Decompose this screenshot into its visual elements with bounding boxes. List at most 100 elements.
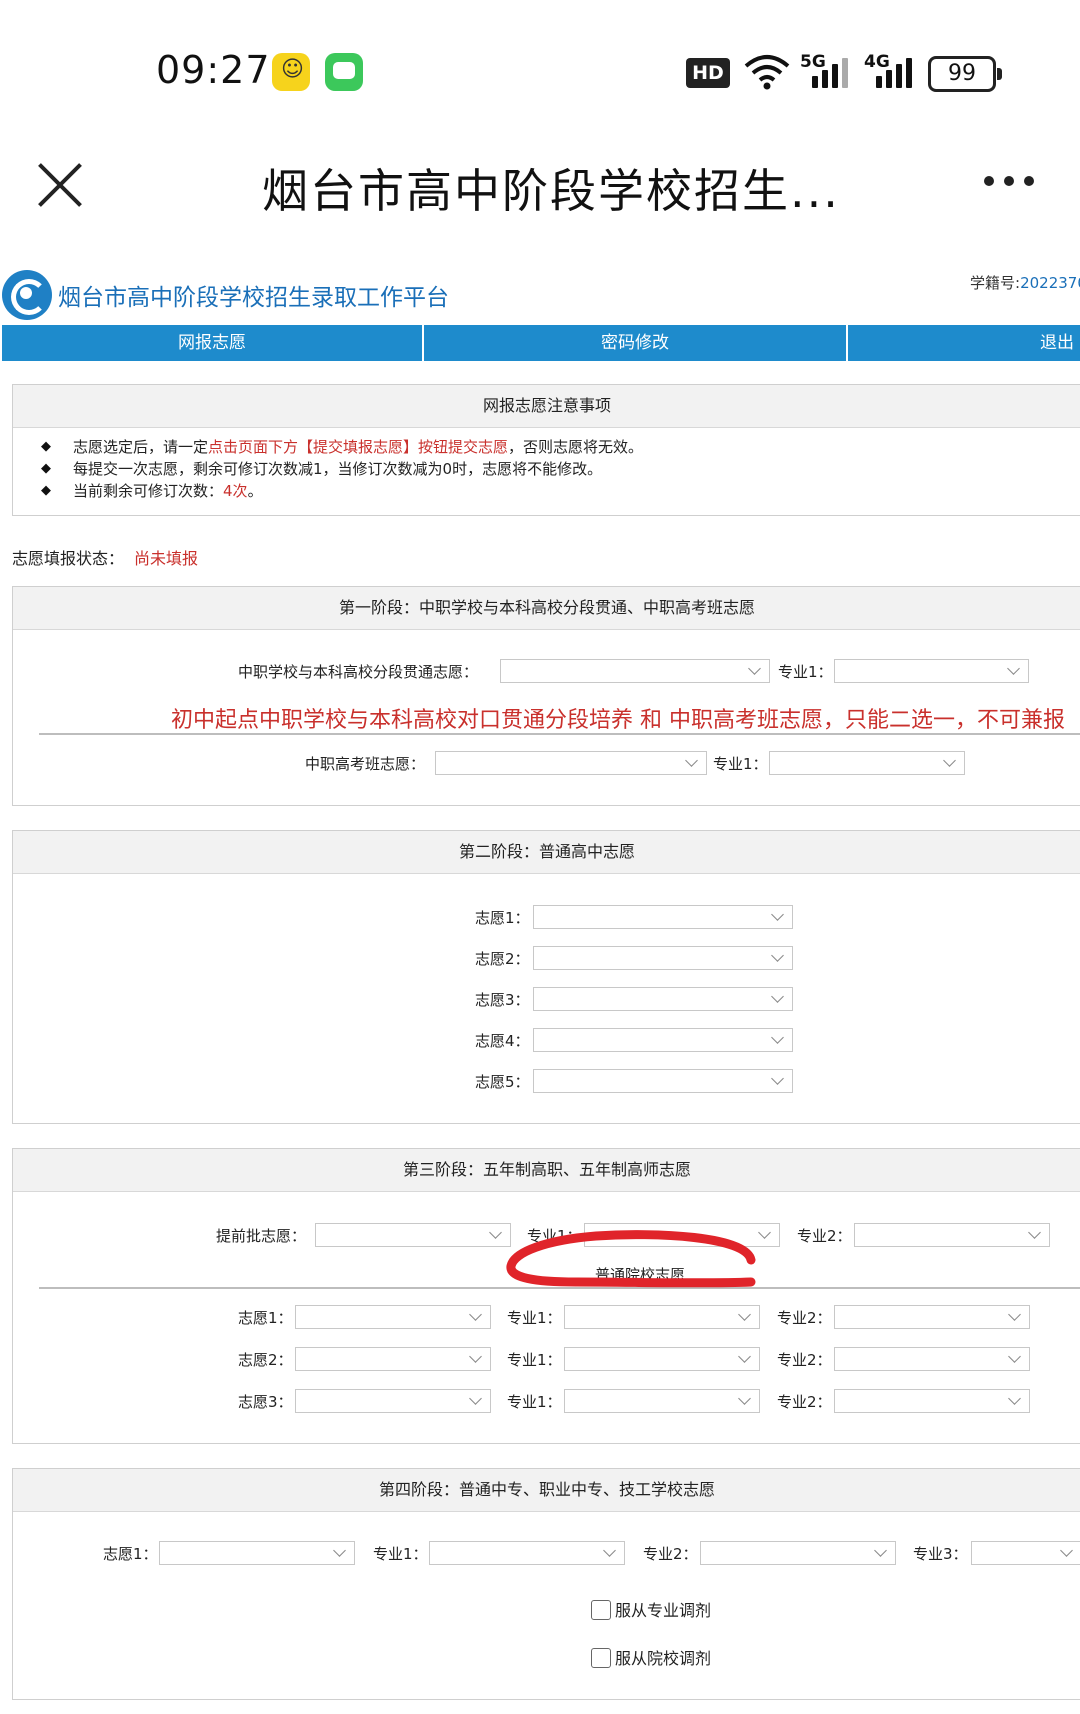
status-label: 志愿填报状态： — [12, 549, 125, 568]
stage3-choice3-major1-select[interactable] — [564, 1389, 760, 1413]
stage2-choice5-select[interactable] — [533, 1069, 793, 1093]
stage3-choice3-major1-label: 专业1： — [507, 1393, 562, 1411]
app-yellow-icon — [272, 53, 310, 91]
exam-class-label: 中职高考班志愿： — [305, 755, 426, 773]
close-icon[interactable] — [36, 160, 84, 208]
notice-panel: 网报志愿注意事项 志愿选定后，请一定点击页面下方【提交填报志愿】按钮提交志愿，否… — [12, 384, 1080, 516]
stage3-choice2-major1-label: 专业1： — [507, 1351, 562, 1369]
stage3-title: 第三阶段：五年制高职、五年制高师志愿 — [13, 1149, 1080, 1192]
notice-item: 每提交一次志愿，剩余可修订次数减1，当修订次数减为0时，志愿将不能修改。 — [41, 458, 1080, 480]
main-nav: 网报志愿 密码修改 退出 — [2, 325, 1080, 361]
wifi-icon — [744, 55, 790, 90]
stage3-choice1-major2-select[interactable] — [834, 1305, 1030, 1329]
regular-school-subtitle: 普通院校志愿 — [595, 1266, 686, 1284]
stage3-choice1-select[interactable] — [295, 1305, 491, 1329]
stage2-choice2-label: 志愿2： — [475, 950, 530, 968]
obey-major-label: 服从专业调剂 — [615, 1601, 712, 1620]
status-bar: 09:27 HD 5G 4G 99 — [0, 0, 1080, 140]
stage2-choice3-select[interactable] — [533, 987, 793, 1011]
notice-title: 网报志愿注意事项 — [13, 385, 1080, 428]
signal-4g-label: 4G — [864, 52, 890, 72]
more-icon[interactable] — [984, 176, 1040, 190]
early-batch-select[interactable] — [315, 1223, 511, 1247]
stage4-major3-select[interactable] — [971, 1541, 1080, 1565]
site-logo-icon — [2, 270, 52, 320]
stage3-choice1-major2-label: 专业2： — [777, 1309, 832, 1327]
notice-item: 志愿选定后，请一定点击页面下方【提交填报志愿】按钮提交志愿，否则志愿将无效。 — [41, 436, 1080, 458]
through-choice-select[interactable] — [500, 659, 770, 683]
stage3-choice2-major1-select[interactable] — [564, 1347, 760, 1371]
stage3-choice2-major2-select[interactable] — [834, 1347, 1030, 1371]
status-time: 09:27 — [156, 48, 271, 92]
app-green-icon — [325, 53, 363, 91]
stage4-choice1-label: 志愿1： — [103, 1545, 158, 1563]
signal-5g-icon: 5G — [800, 52, 850, 92]
stage4-panel: 第四阶段：普通中专、职业中专、技工学校志愿 志愿1： 专业1： 专业2： 专业3… — [12, 1468, 1080, 1700]
stage4-major1-select[interactable] — [429, 1541, 625, 1565]
notice-item: 当前剩余可修订次数：4次。 — [41, 480, 1080, 502]
status-value: 尚未填报 — [134, 549, 199, 568]
checkbox-school[interactable] — [591, 1647, 611, 1668]
stage2-choice1-label: 志愿1： — [475, 909, 530, 927]
stage2-choice4-select[interactable] — [533, 1028, 793, 1052]
stage3-choice3-major2-label: 专业2： — [777, 1393, 832, 1411]
stage3-choice2-select[interactable] — [295, 1347, 491, 1371]
obey-major-adjust[interactable]: 服从专业调剂 — [591, 1597, 711, 1622]
exam-class-select[interactable] — [435, 751, 707, 775]
nav-item-logout[interactable]: 退出 — [848, 325, 1080, 361]
stage4-major1-label: 专业1： — [373, 1545, 428, 1563]
obey-school-label: 服从院校调剂 — [615, 1649, 712, 1668]
stage4-major2-select[interactable] — [700, 1541, 896, 1565]
stage1-panel: 第一阶段：中职学校与本科高校分段贯通、中职高考班志愿 中职学校与本科高校分段贯通… — [12, 586, 1080, 806]
obey-school-adjust[interactable]: 服从院校调剂 — [591, 1645, 711, 1670]
battery-icon: 99 — [928, 56, 1002, 92]
site-title: 烟台市高中阶段学校招生录取工作平台 — [58, 285, 449, 311]
stage1-title: 第一阶段：中职学校与本科高校分段贯通、中职高考班志愿 — [13, 587, 1080, 630]
stage2-choice5-label: 志愿5： — [475, 1073, 530, 1091]
nav-item-logout-label: 退出 — [1040, 333, 1074, 353]
stage3-choice2-label: 志愿2： — [238, 1351, 293, 1369]
stage4-choice1-select[interactable] — [159, 1541, 355, 1565]
stage3-panel: 第三阶段：五年制高职、五年制高师志愿 提前批志愿： 专业1： 专业2： 普通院校… — [12, 1148, 1080, 1444]
page-title: 烟台市高中阶段学校招生... — [262, 164, 840, 218]
nav-item-apply[interactable]: 网报志愿 — [2, 325, 424, 361]
stage3-choice1-major1-label: 专业1： — [507, 1309, 562, 1327]
stage1-major1-label: 专业1： — [778, 663, 833, 681]
stage2-choice4-label: 志愿4： — [475, 1032, 530, 1050]
student-id-label: 学籍号: — [970, 274, 1021, 292]
exam-class-major1-select[interactable] — [769, 751, 965, 775]
stage3-choice3-major2-select[interactable] — [834, 1389, 1030, 1413]
stage2-choice3-label: 志愿3： — [475, 991, 530, 1009]
stage2-panel: 第二阶段：普通高中志愿 志愿1： 志愿2： 志愿3： 志愿4： 志愿5： — [12, 830, 1080, 1124]
stage3-choice1-major1-select[interactable] — [564, 1305, 760, 1329]
early-major1-select[interactable] — [584, 1223, 780, 1247]
stage3-choice3-select[interactable] — [295, 1389, 491, 1413]
through-choice-label: 中职学校与本科高校分段贯通志愿： — [238, 663, 479, 681]
stage3-choice3-label: 志愿3： — [238, 1393, 293, 1411]
checkbox-major[interactable] — [591, 1599, 611, 1620]
stage4-major3-label: 专业3： — [913, 1545, 968, 1563]
stage3-choice1-label: 志愿1： — [238, 1309, 293, 1327]
stage4-title: 第四阶段：普通中专、职业中专、技工学校志愿 — [13, 1469, 1080, 1512]
nav-item-password[interactable]: 密码修改 — [424, 325, 848, 361]
stage1-divider — [39, 733, 1080, 735]
early-batch-label: 提前批志愿： — [216, 1227, 307, 1245]
signal-5g-label: 5G — [800, 52, 826, 72]
signal-4g-icon: 4G — [864, 52, 914, 92]
student-id: 学籍号:2022370 — [970, 272, 1080, 293]
exam-class-major1-label: 专业1： — [713, 755, 768, 773]
application-status: 志愿填报状态： 尚未填报 — [12, 545, 198, 569]
stage3-choice2-major2-label: 专业2： — [777, 1351, 832, 1369]
student-id-value: 2022370 — [1020, 274, 1080, 292]
stage2-choice1-select[interactable] — [533, 905, 793, 929]
notice-list: 志愿选定后，请一定点击页面下方【提交填报志愿】按钮提交志愿，否则志愿将无效。 每… — [13, 428, 1080, 502]
early-major2-label: 专业2： — [797, 1227, 852, 1245]
stage2-choice2-select[interactable] — [533, 946, 793, 970]
stage4-major2-label: 专业2： — [643, 1545, 698, 1563]
hd-icon: HD — [686, 58, 730, 88]
stage2-title: 第二阶段：普通高中志愿 — [13, 831, 1080, 874]
stage1-warning: 初中起点中职学校与本科高校对口贯通分段培养 和 中职高考班志愿，只能二选一，不可… — [171, 708, 1065, 733]
early-major2-select[interactable] — [854, 1223, 1050, 1247]
stage1-major1-select[interactable] — [834, 659, 1029, 683]
stage3-divider — [39, 1287, 1080, 1289]
